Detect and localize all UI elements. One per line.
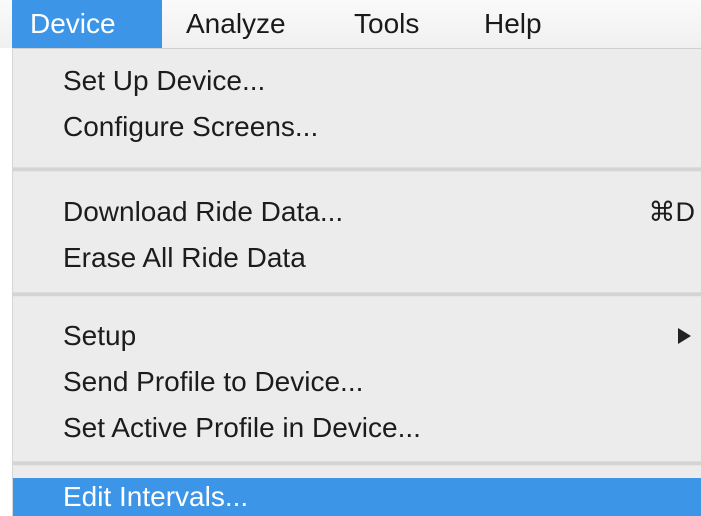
menu-separator — [13, 292, 701, 297]
shortcut-label: ⌘D — [648, 197, 696, 227]
menu-bar: Device Analyze Tools Help — [0, 0, 701, 48]
menubar-item-device[interactable]: Device — [12, 0, 162, 48]
menu-separator — [13, 461, 701, 466]
menu-item-set-active-profile[interactable]: Set Active Profile in Device... — [13, 405, 701, 451]
menu-item-label: Set Active Profile in Device... — [63, 412, 421, 443]
menu-item-download-ride-data[interactable]: Download Ride Data... ⌘D — [13, 189, 701, 235]
menu-separator — [13, 167, 701, 172]
menu-item-label: Setup — [63, 320, 137, 351]
menubar-item-analyze[interactable]: Analyze — [168, 0, 304, 48]
menu-item-label: Set Up Device... — [63, 65, 266, 96]
menu-item-label: Erase All Ride Data — [63, 242, 306, 273]
menubar-item-help[interactable]: Help — [466, 0, 560, 48]
menu-item-send-profile[interactable]: Send Profile to Device... — [13, 359, 701, 405]
menu-item-label: Edit Intervals... — [63, 481, 249, 512]
triangle-right-icon — [678, 328, 691, 344]
menu-item-set-up-device[interactable]: Set Up Device... — [13, 58, 701, 104]
device-menu-dropdown: Set Up Device... Configure Screens... Do… — [12, 48, 701, 516]
menu-item-configure-screens[interactable]: Configure Screens... — [13, 104, 701, 150]
menu-item-label: Send Profile to Device... — [63, 366, 364, 397]
menubar-item-tools[interactable]: Tools — [336, 0, 437, 48]
menu-item-setup[interactable]: Setup — [13, 313, 701, 359]
menu-item-label: Configure Screens... — [63, 111, 319, 142]
menu-item-label: Download Ride Data... — [63, 196, 344, 227]
menu-item-erase-all-ride-data[interactable]: Erase All Ride Data — [13, 235, 701, 281]
menu-item-edit-intervals[interactable]: Edit Intervals... — [13, 478, 701, 516]
